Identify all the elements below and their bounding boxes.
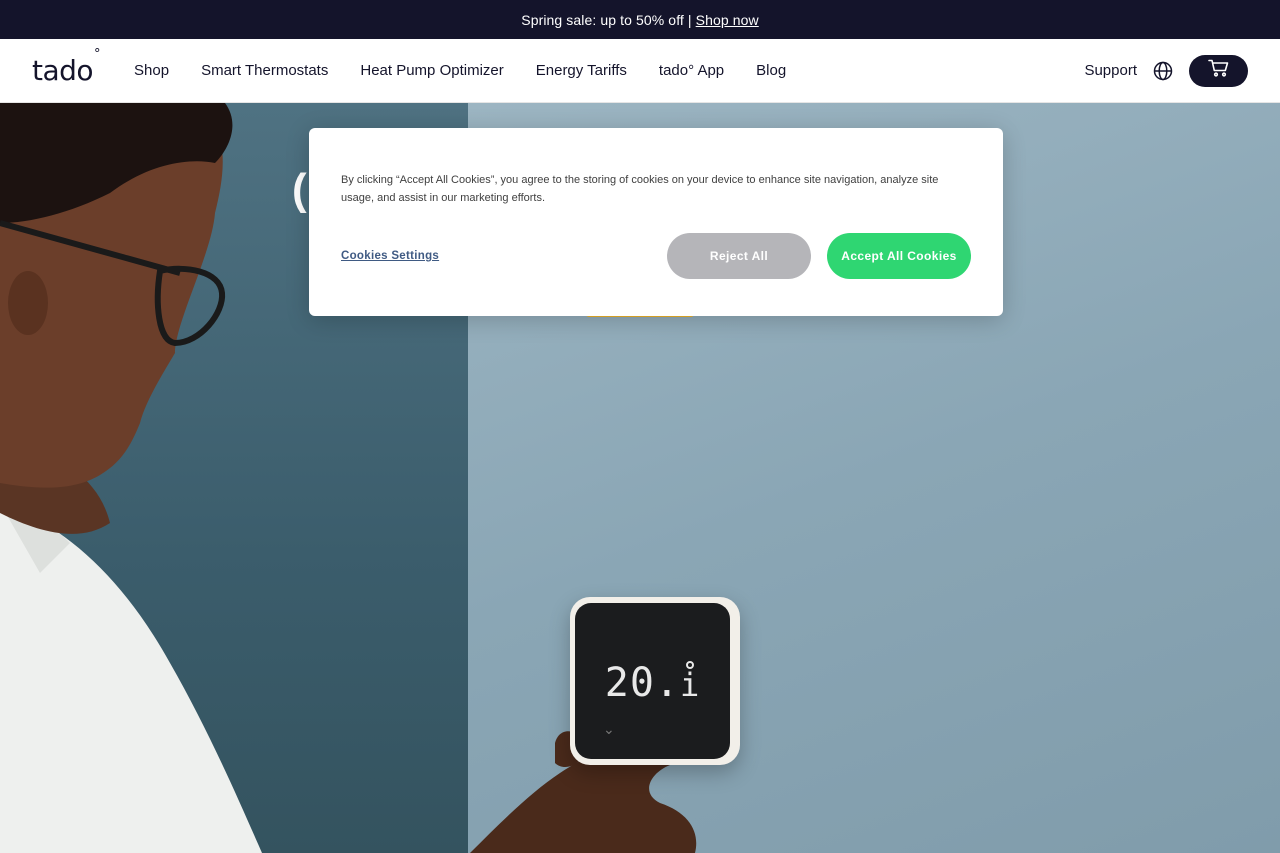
chevron-down-icon: ⌄ (603, 721, 615, 737)
accept-all-cookies-button[interactable]: Accept All Cookies (827, 233, 971, 279)
logo-mark: ° (94, 46, 101, 62)
nav-link-heat-pump-optimizer[interactable]: Heat Pump Optimizer (360, 62, 503, 79)
nav-link-tado-app[interactable]: tado° App (659, 62, 724, 79)
globe-icon[interactable] (1153, 61, 1173, 81)
cart-button[interactable] (1189, 54, 1248, 87)
promo-bar: Spring sale: up to 50% off | Shop now (0, 0, 1280, 39)
nav-link-energy-tariffs[interactable]: Energy Tariffs (536, 62, 627, 79)
degree-icon (686, 661, 694, 669)
cookie-actions: Cookies Settings Reject All Accept All C… (341, 233, 971, 279)
thermostat-device: 20.i ⌄ (570, 597, 740, 765)
tado-logo[interactable]: tado° (32, 47, 101, 87)
hero-heading-fragment: ( (292, 165, 307, 214)
nav-right: Support (1084, 54, 1248, 87)
main-nav: tado° Shop Smart Thermostats Heat Pump O… (0, 39, 1280, 103)
nav-link-shop[interactable]: Shop (134, 62, 169, 79)
cookie-banner-text: By clicking “Accept All Cookies”, you ag… (341, 174, 939, 204)
shop-now-link[interactable]: Shop now (696, 12, 759, 28)
thermostat-temp-main: 20. (604, 660, 680, 706)
promo-text: Spring sale: up to 50% off | (521, 11, 692, 28)
support-link[interactable]: Support (1084, 62, 1137, 79)
nav-links: Shop Smart Thermostats Heat Pump Optimiz… (134, 62, 818, 79)
nav-link-smart-thermostats[interactable]: Smart Thermostats (201, 62, 328, 79)
cookie-banner: By clicking “Accept All Cookies”, you ag… (309, 128, 1003, 316)
cookies-settings-link[interactable]: Cookies Settings (341, 250, 439, 262)
reject-all-button[interactable]: Reject All (667, 233, 811, 279)
logo-text: tado (32, 54, 94, 87)
nav-link-blog[interactable]: Blog (756, 62, 786, 79)
cart-icon (1207, 59, 1230, 82)
thermostat-screen: 20.i ⌄ (575, 603, 730, 759)
thermostat-temp-decimal: i (679, 666, 701, 704)
